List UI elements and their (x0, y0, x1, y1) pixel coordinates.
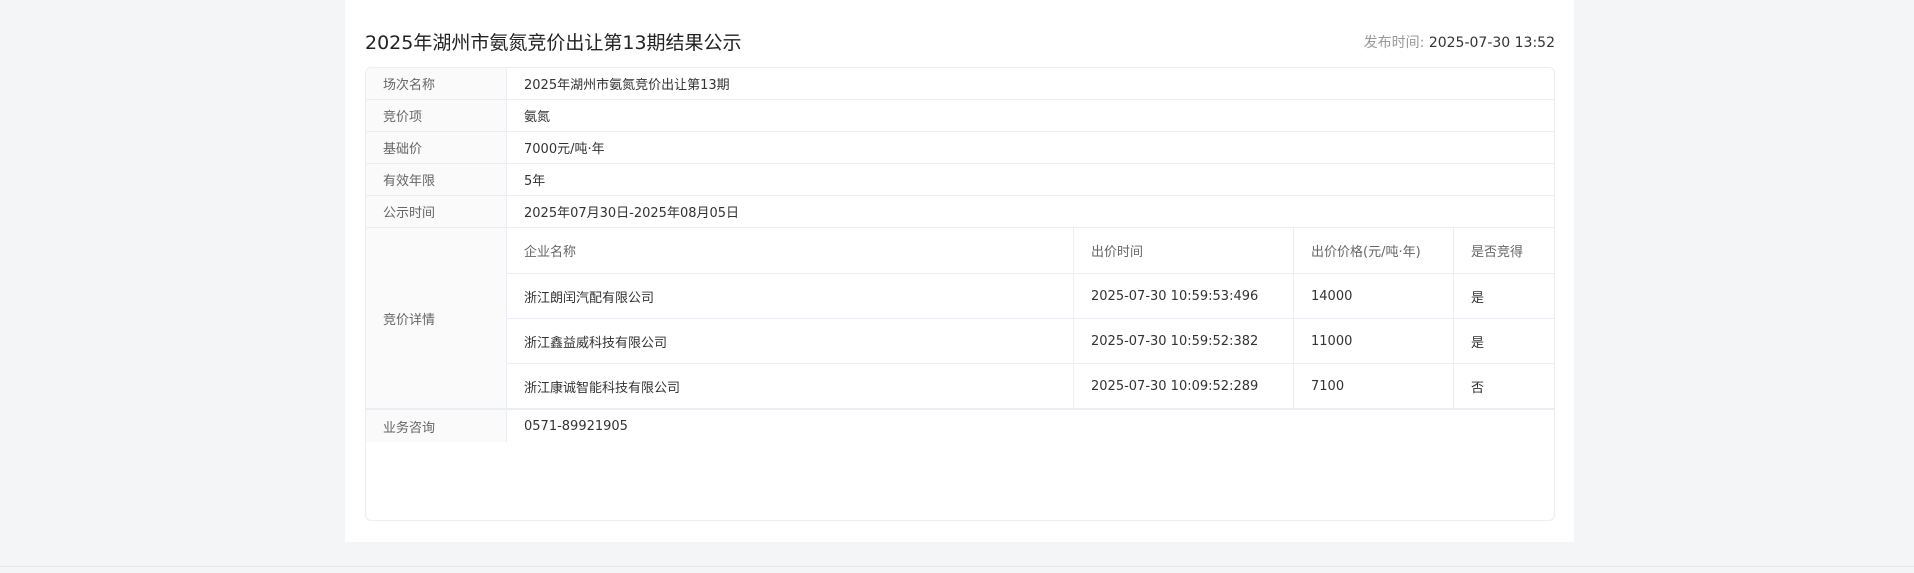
info-value: 2025年07月30日-2025年08月05日 (524, 206, 740, 221)
info-value: 5年 (524, 174, 546, 189)
won-cell: 是 (1471, 290, 1485, 306)
info-label: 基础价 (366, 132, 507, 163)
publish-time-value: 2025-07-30 13:52 (1428, 35, 1555, 51)
won-cell: 否 (1471, 381, 1485, 396)
bid-table-header: 企业名称 出价时间 出价价格(元/吨·年) 是否竞得 (507, 228, 1554, 274)
bid-details-table: 企业名称 出价时间 出价价格(元/吨·年) 是否竞得 浙江朗闰汽配有限公司 20… (507, 228, 1554, 409)
bid-time-cell: 2025-07-30 10:59:52:382 (1074, 319, 1294, 363)
bid-price-cell: 14000 (1294, 274, 1454, 318)
info-row-bid-item: 竞价项 氨氮 (366, 100, 1554, 132)
table-row: 浙江朗闰汽配有限公司 2025-07-30 10:59:53:496 14000… (507, 274, 1554, 319)
result-card: 2025年湖州市氨氮竞价出让第13期结果公示 发布时间: 2025-07-30 … (345, 0, 1574, 542)
bid-time-cell: 2025-07-30 10:59:53:496 (1074, 274, 1294, 318)
company-name-cell: 浙江鑫益威科技有限公司 (507, 319, 1074, 363)
bid-price-cell: 7100 (1294, 364, 1454, 409)
info-value: 氨氮 (524, 110, 551, 125)
info-value: 7000元/吨·年 (524, 142, 605, 157)
page-title: 2025年湖州市氨氮竞价出让第13期结果公示 (365, 32, 742, 54)
info-value: 2025年湖州市氨氮竞价出让第13期 (524, 78, 730, 93)
info-row-publicity-period: 公示时间 2025年07月30日-2025年08月05日 (366, 196, 1554, 228)
publish-time: 发布时间: 2025-07-30 13:52 (1364, 28, 1555, 58)
info-row-valid-years: 有效年限 5年 (366, 164, 1554, 196)
info-label: 公示时间 (366, 196, 507, 227)
info-label: 竞价项 (366, 100, 507, 131)
info-label: 竞价详情 (366, 228, 507, 408)
column-header-company: 企业名称 (507, 228, 1074, 273)
company-name-cell: 浙江朗闰汽配有限公司 (507, 274, 1074, 318)
page-header: 2025年湖州市氨氮竞价出让第13期结果公示 发布时间: 2025-07-30 … (365, 28, 1555, 58)
info-label: 业务咨询 (366, 410, 507, 442)
column-header-bid-price: 出价价格(元/吨·年) (1294, 228, 1454, 273)
table-row: 浙江康诚智能科技有限公司 2025-07-30 10:09:52:289 710… (507, 364, 1554, 409)
info-table: 场次名称 2025年湖州市氨氮竞价出让第13期 竞价项 氨氮 基础价 7000元… (365, 67, 1555, 521)
info-label: 场次名称 (366, 68, 507, 99)
info-row-consult: 业务咨询 0571-89921905 (366, 409, 1554, 442)
won-cell: 是 (1471, 335, 1485, 351)
table-row: 浙江鑫益威科技有限公司 2025-07-30 10:59:52:382 1100… (507, 319, 1554, 364)
bid-time-cell: 2025-07-30 10:09:52:289 (1074, 364, 1294, 409)
info-row-session-name: 场次名称 2025年湖州市氨氮竞价出让第13期 (366, 68, 1554, 100)
info-row-bid-details: 竞价详情 企业名称 出价时间 出价价格(元/吨·年) 是否竞得 浙江朗闰汽配有限… (366, 228, 1554, 409)
info-label: 有效年限 (366, 164, 507, 195)
bid-price-cell: 11000 (1294, 319, 1454, 363)
company-name-cell: 浙江康诚智能科技有限公司 (507, 364, 1074, 409)
info-row-base-price: 基础价 7000元/吨·年 (366, 132, 1554, 164)
column-header-bid-time: 出价时间 (1074, 228, 1294, 273)
column-header-won: 是否竞得 (1471, 245, 1524, 260)
consult-phone: 0571-89921905 (524, 418, 628, 434)
publish-time-label: 发布时间: (1363, 35, 1429, 51)
footer-divider (0, 566, 1914, 567)
